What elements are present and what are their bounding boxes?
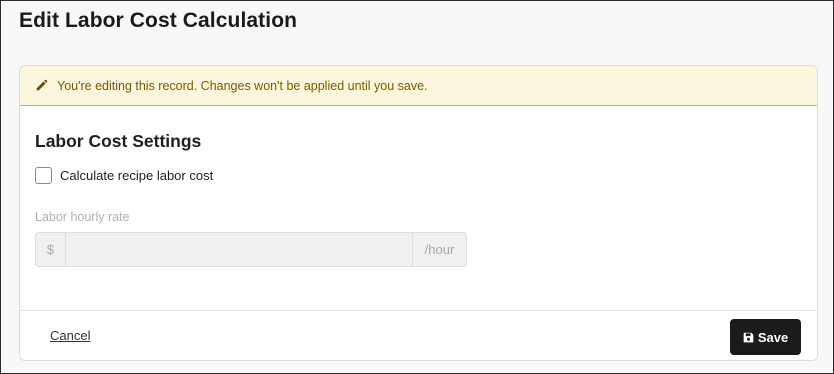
notice-text: You're editing this record. Changes won'… bbox=[57, 78, 428, 93]
editing-notice-banner: You're editing this record. Changes won'… bbox=[20, 66, 817, 106]
calculate-labor-cost-checkbox[interactable] bbox=[35, 167, 52, 184]
form-footer: Cancel Save bbox=[20, 310, 817, 360]
save-button[interactable]: Save bbox=[730, 319, 801, 355]
hourly-rate-input[interactable] bbox=[66, 233, 412, 266]
save-button-label: Save bbox=[757, 329, 789, 345]
hourly-rate-input-group: $ /hour bbox=[35, 232, 467, 267]
section-title: Labor Cost Settings bbox=[35, 131, 202, 151]
calculate-labor-cost-checkbox-row[interactable]: Calculate recipe labor cost bbox=[35, 167, 213, 184]
currency-prefix: $ bbox=[36, 233, 66, 266]
unit-suffix: /hour bbox=[412, 233, 466, 266]
app-window: Edit Labor Cost Calculation You're editi… bbox=[0, 0, 834, 374]
cancel-link[interactable]: Cancel bbox=[50, 328, 90, 343]
page-title: Edit Labor Cost Calculation bbox=[19, 9, 298, 32]
pencil-icon bbox=[35, 79, 48, 92]
checkbox-label: Calculate recipe labor cost bbox=[60, 168, 214, 183]
hourly-rate-label: Labor hourly rate bbox=[35, 210, 130, 224]
floppy-disk-icon bbox=[743, 332, 754, 343]
edit-form-card: You're editing this record. Changes won'… bbox=[19, 65, 818, 361]
